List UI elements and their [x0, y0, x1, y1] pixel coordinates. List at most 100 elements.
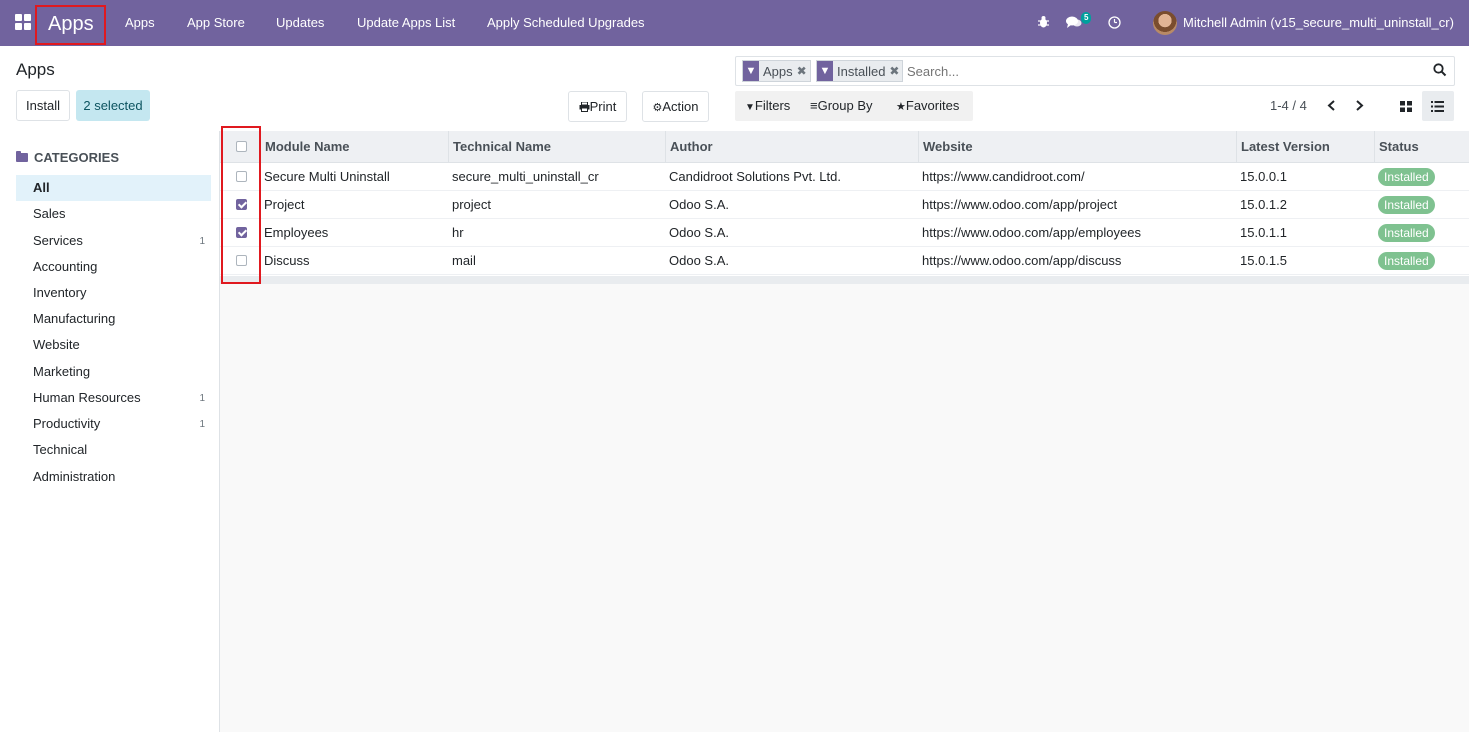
- row-checkbox[interactable]: [236, 199, 247, 210]
- selected-count-badge[interactable]: 2 selected: [76, 90, 150, 121]
- list-view-button[interactable]: [1422, 91, 1454, 121]
- menu-update-apps-list[interactable]: Update Apps List: [357, 15, 455, 30]
- filter-icon: ▼: [743, 61, 759, 81]
- cell-author: Odoo S.A.: [669, 197, 729, 212]
- cell-website: https://www.odoo.com/app/discuss: [922, 253, 1122, 268]
- cell-website: https://www.odoo.com/app/employees: [922, 225, 1141, 240]
- bug-icon[interactable]: [1037, 15, 1050, 29]
- pager-value[interactable]: 1-4 / 4: [1270, 98, 1307, 113]
- header-technical-name[interactable]: Technical Name: [453, 139, 551, 154]
- install-button[interactable]: Install: [16, 90, 70, 121]
- cell-module-name: Secure Multi Uninstall: [264, 169, 390, 184]
- cell-website: https://www.odoo.com/app/project: [922, 197, 1118, 212]
- row-checkbox[interactable]: [236, 255, 247, 266]
- remove-facet-icon[interactable]: ✖: [889, 64, 899, 78]
- category-accounting[interactable]: Accounting: [16, 254, 211, 280]
- header-website[interactable]: Website: [923, 139, 973, 154]
- cell-technical-name: mail: [452, 253, 476, 268]
- groupby-dropdown[interactable]: ≡Group By: [810, 98, 873, 113]
- header-latest-version[interactable]: Latest Version: [1241, 139, 1330, 154]
- star-icon: ★: [896, 101, 906, 113]
- row-checkbox[interactable]: [236, 227, 247, 238]
- category-manufacturing[interactable]: Manufacturing: [16, 306, 211, 332]
- table-row[interactable]: Project project Odoo S.A. https://www.od…: [220, 191, 1469, 219]
- select-all-checkbox[interactable]: [236, 141, 247, 152]
- table-row[interactable]: Employees hr Odoo S.A. https://www.odoo.…: [220, 219, 1469, 247]
- category-count: 1: [199, 393, 205, 404]
- facet-apps[interactable]: ▼ Apps ✖: [742, 60, 811, 82]
- favorites-dropdown[interactable]: ★Favorites: [896, 98, 959, 113]
- folder-icon: [16, 151, 28, 162]
- category-sales[interactable]: Sales: [16, 201, 211, 227]
- category-label: Manufacturing: [33, 311, 116, 326]
- kanban-view-button[interactable]: [1390, 91, 1422, 121]
- status-badge: Installed: [1378, 168, 1435, 186]
- kanban-icon: [1400, 101, 1412, 112]
- search-icon[interactable]: [1433, 62, 1447, 78]
- menu-apply-scheduled-upgrades[interactable]: Apply Scheduled Upgrades: [487, 15, 645, 30]
- messages-icon[interactable]: [1066, 15, 1082, 29]
- groupby-label: Group By: [817, 98, 873, 113]
- cell-version: 15.0.1.1: [1240, 225, 1287, 240]
- cell-module-name: Employees: [264, 225, 329, 240]
- filters-label: Filters: [754, 98, 791, 113]
- cell-version: 15.0.1.2: [1240, 197, 1287, 212]
- header-module-name[interactable]: Module Name: [265, 139, 350, 154]
- filter-icon: ▼: [817, 61, 833, 81]
- table-row[interactable]: Discuss mail Odoo S.A. https://www.odoo.…: [220, 247, 1469, 275]
- search-bar[interactable]: ▼ Apps ✖ ▼ Installed ✖: [735, 56, 1455, 86]
- modules-table: Module Name Technical Name Author Websit…: [220, 131, 1469, 284]
- category-label: All: [33, 180, 50, 195]
- cell-module-name: Discuss: [264, 253, 310, 268]
- facet-label: Apps: [763, 63, 793, 79]
- menu-app-store[interactable]: App Store: [187, 15, 245, 30]
- facet-installed[interactable]: ▼ Installed ✖: [816, 60, 904, 82]
- category-human-resources[interactable]: Human Resources 1: [16, 385, 211, 411]
- category-administration[interactable]: Administration: [16, 464, 211, 490]
- row-checkbox[interactable]: [236, 171, 247, 182]
- filters-dropdown[interactable]: ▼Filters: [745, 98, 790, 113]
- category-label: Services: [33, 233, 83, 248]
- category-label: Human Resources: [33, 390, 141, 405]
- cell-technical-name: hr: [452, 225, 464, 240]
- category-label: Inventory: [33, 285, 87, 300]
- cell-author: Odoo S.A.: [669, 225, 729, 240]
- cell-author: Odoo S.A.: [669, 253, 729, 268]
- category-productivity[interactable]: Productivity 1: [16, 411, 211, 437]
- header-status[interactable]: Status: [1379, 139, 1419, 154]
- remove-facet-icon[interactable]: ✖: [797, 64, 807, 78]
- category-label: Marketing: [33, 364, 91, 379]
- table-row[interactable]: Secure Multi Uninstall secure_multi_unin…: [220, 163, 1469, 191]
- list-icon: [1431, 101, 1444, 112]
- category-marketing[interactable]: Marketing: [16, 359, 211, 385]
- header-author[interactable]: Author: [670, 139, 713, 154]
- user-avatar[interactable]: [1153, 11, 1177, 35]
- categories-heading: CATEGORIES: [16, 150, 119, 165]
- categories-heading-label: CATEGORIES: [34, 150, 119, 165]
- chevron-right-icon[interactable]: [1355, 100, 1364, 111]
- print-button[interactable]: Print: [568, 91, 627, 122]
- printer-icon: [579, 101, 590, 112]
- bars-icon: ≡: [810, 98, 818, 113]
- cell-version: 15.0.0.1: [1240, 169, 1287, 184]
- search-input[interactable]: [907, 62, 1407, 81]
- user-menu[interactable]: Mitchell Admin (v15_secure_multi_uninsta…: [1183, 15, 1454, 30]
- menu-apps[interactable]: Apps: [125, 15, 155, 30]
- category-services[interactable]: Services 1: [16, 228, 211, 254]
- category-inventory[interactable]: Inventory: [16, 280, 211, 306]
- cell-author: Candidroot Solutions Pvt. Ltd.: [669, 169, 841, 184]
- chevron-left-icon[interactable]: [1327, 100, 1336, 111]
- action-button[interactable]: ⚙Action: [642, 91, 709, 122]
- app-grid-icon[interactable]: [15, 14, 32, 31]
- activity-clock-icon[interactable]: [1108, 16, 1121, 29]
- category-technical[interactable]: Technical: [16, 437, 211, 463]
- category-label: Productivity: [33, 416, 101, 431]
- category-label: Sales: [33, 206, 66, 221]
- category-all[interactable]: All: [16, 175, 211, 201]
- brand-apps[interactable]: Apps: [35, 5, 106, 45]
- column-divider: [448, 131, 449, 163]
- category-website[interactable]: Website: [16, 332, 211, 358]
- category-label: Website: [33, 337, 80, 352]
- category-count: 1: [199, 419, 205, 430]
- menu-updates[interactable]: Updates: [276, 15, 324, 30]
